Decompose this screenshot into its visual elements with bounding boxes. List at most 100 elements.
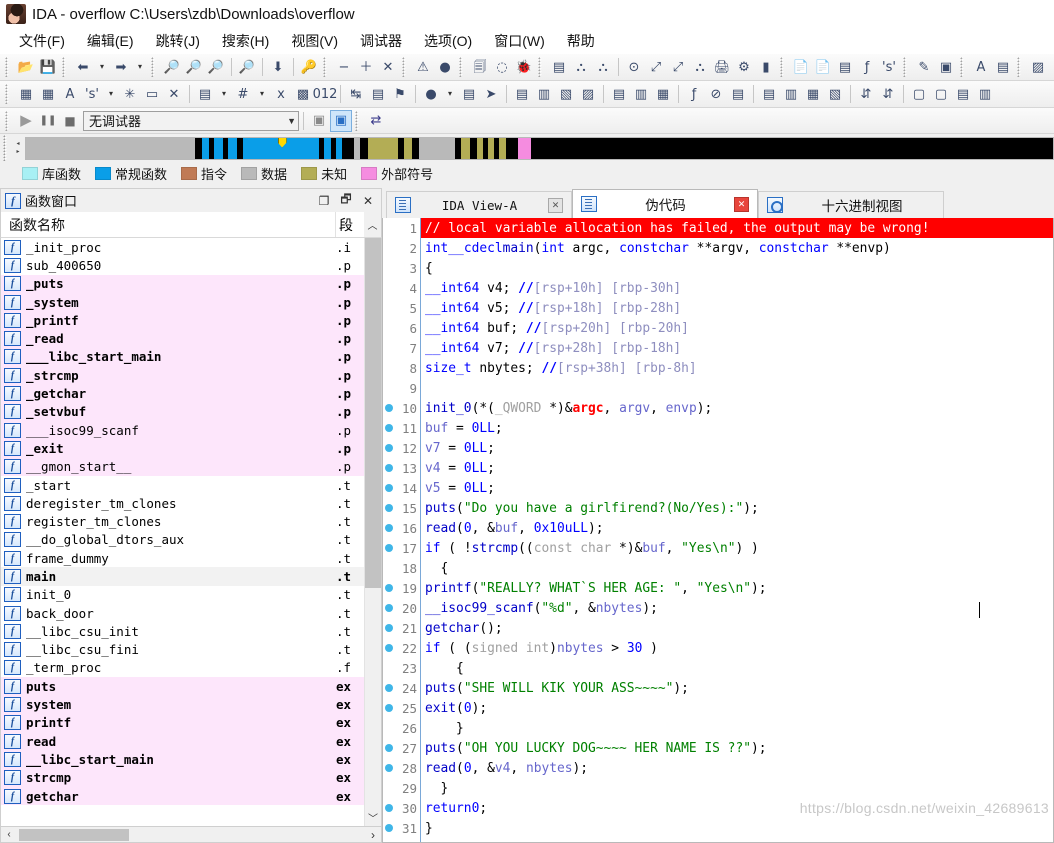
data-dropdown-icon[interactable]: ▾: [216, 83, 232, 105]
breakpoint-dot-icon[interactable]: [385, 804, 393, 812]
code-line[interactable]: {: [421, 658, 1053, 678]
toolbar-grip[interactable]: [903, 57, 910, 77]
graph-overview-icon[interactable]: ⛬: [689, 56, 711, 78]
open-strings-icon[interactable]: 's': [878, 56, 900, 78]
code-line[interactable]: return 0;: [421, 798, 1053, 818]
proximity-view-icon[interactable]: ⛬: [592, 56, 614, 78]
align-icon[interactable]: ⇵: [855, 83, 877, 105]
column-header-segment[interactable]: 段: [336, 212, 364, 237]
tab-ida-view-a[interactable]: IDA View-A ✕: [386, 191, 572, 218]
menu-debugger[interactable]: 调试器: [349, 29, 413, 53]
table-row[interactable]: f _strcmp .p: [1, 366, 364, 385]
table-row[interactable]: f __libc_start_main ex: [1, 750, 364, 769]
new-window-icon[interactable]: ◌: [491, 56, 513, 78]
toolbar-grip[interactable]: [538, 57, 545, 77]
search-next-icon[interactable]: 🔎: [236, 56, 258, 78]
zoom-fit-icon[interactable]: ⤢: [667, 56, 689, 78]
toolbar-grip[interactable]: [5, 84, 12, 104]
graph-view-icon[interactable]: ⛬: [570, 56, 592, 78]
menu-jump[interactable]: 跳转(J): [145, 29, 211, 53]
table-row[interactable]: f _setvbuf .p: [1, 402, 364, 421]
open-subviews-icon[interactable]: 📄: [790, 56, 812, 78]
extra-1-icon[interactable]: ▢: [908, 83, 930, 105]
code-line[interactable]: init_0 (*(_QWORD *)& argc, argv, envp);: [421, 398, 1053, 418]
struct-member-icon[interactable]: ▦: [802, 83, 824, 105]
breakpoint-dot-icon[interactable]: [385, 544, 393, 552]
jump-down-icon[interactable]: ⬇: [267, 56, 289, 78]
patch-icon[interactable]: ▥: [533, 83, 555, 105]
table-row[interactable]: f puts ex: [1, 677, 364, 696]
scroll-left-arrow-icon[interactable]: ‹: [1, 829, 17, 840]
menu-help[interactable]: 帮助: [556, 29, 606, 53]
code-line[interactable]: v4 = 0LL;: [421, 458, 1053, 478]
fit-window-icon[interactable]: ⤢: [645, 56, 667, 78]
breakpoint-dot-icon[interactable]: [385, 744, 393, 752]
code-line[interactable]: getchar ();: [421, 618, 1053, 638]
table-row[interactable]: f read ex: [1, 732, 364, 751]
comment-icon[interactable]: ▤: [608, 83, 630, 105]
nav-scroll-arrows[interactable]: ◂ ▸: [11, 141, 25, 155]
breakpoint-dot-icon[interactable]: [385, 424, 393, 432]
menu-search[interactable]: 搜索(H): [211, 29, 280, 53]
rpt-comment-icon[interactable]: ▥: [630, 83, 652, 105]
make-unexplored-icon[interactable]: ✳: [119, 83, 141, 105]
table-row[interactable]: f __libc_csu_fini .t: [1, 640, 364, 659]
func-end-icon[interactable]: ⊘: [705, 83, 727, 105]
debug-bug-icon[interactable]: 🐞: [513, 56, 535, 78]
table-row[interactable]: f _term_proc .f: [1, 658, 364, 678]
breakpoint-dot-icon[interactable]: [385, 584, 393, 592]
string-dropdown-icon[interactable]: ▾: [103, 83, 119, 105]
table-row[interactable]: f _init_proc .i: [1, 238, 364, 257]
undefine-icon[interactable]: ✕: [163, 83, 185, 105]
toolbar-grip[interactable]: [5, 110, 12, 131]
table-row[interactable]: f __gmon_start__ .p: [1, 457, 364, 476]
func-begin-icon[interactable]: ƒ: [683, 83, 705, 105]
make-string-icon[interactable]: 's': [81, 83, 103, 105]
table-row[interactable]: f _read .p: [1, 329, 364, 348]
attach-process-icon[interactable]: ▣: [308, 110, 330, 132]
code-line[interactable]: buf = 0LL;: [421, 418, 1053, 438]
code-line[interactable]: int __cdecl main(int argc, const char **…: [421, 238, 1053, 258]
restore-button[interactable]: ❐: [313, 191, 335, 211]
debugger-select[interactable]: 无调试器 ▼: [83, 110, 299, 131]
search-sequence-icon[interactable]: 🔎: [205, 56, 227, 78]
table-row[interactable]: f printf ex: [1, 713, 364, 733]
toolbar-grip[interactable]: [5, 57, 12, 77]
table-row[interactable]: f _getchar .p: [1, 384, 364, 403]
open-exports-icon[interactable]: 📄: [812, 56, 834, 78]
breakpoint-dot-icon[interactable]: [385, 644, 393, 652]
code-line[interactable]: if ( ! strcmp((const char *)& buf, "Yes\n"…: [421, 538, 1053, 558]
code-line[interactable]: v5 = 0LL;: [421, 478, 1053, 498]
table-row[interactable]: f frame_dummy .t: [1, 549, 364, 568]
tab-hex-view[interactable]: 十六进制视图: [758, 191, 944, 218]
breakpoint-dot-icon[interactable]: [385, 444, 393, 452]
table-row[interactable]: f getchar ex: [1, 786, 364, 806]
make-code-icon[interactable]: ▦: [15, 83, 37, 105]
swap-icon[interactable]: ⇄: [365, 110, 387, 132]
toolbar-grip[interactable]: [459, 57, 466, 77]
table-row[interactable]: f ___isoc99_scanf .p: [1, 420, 364, 440]
table-row[interactable]: f sub_400650 .p: [1, 256, 364, 275]
structures-icon[interactable]: ▣: [935, 56, 957, 78]
breakpoint-dot-icon[interactable]: [385, 824, 393, 832]
script-icon[interactable]: ▧: [555, 83, 577, 105]
menu-window[interactable]: 窗口(W): [483, 29, 556, 53]
breakpoint-dot-icon[interactable]: [385, 484, 393, 492]
color-palette-icon[interactable]: ▮: [755, 56, 777, 78]
pointer-icon[interactable]: ➤: [480, 83, 502, 105]
anterior-comment-icon[interactable]: ▦: [652, 83, 674, 105]
table-row[interactable]: f _system .p: [1, 292, 364, 312]
code-line[interactable]: size_t nbytes; // [rsp+38h] [rbp-8h]: [421, 358, 1053, 378]
code-line[interactable]: }: [421, 818, 1053, 838]
toolbar-grip[interactable]: [323, 57, 330, 77]
hex-format-icon[interactable]: #: [232, 83, 254, 105]
table-row[interactable]: f _start .t: [1, 475, 364, 495]
operand-x-icon[interactable]: x: [270, 83, 292, 105]
extra-4-icon[interactable]: ▥: [974, 83, 996, 105]
extra-3-icon[interactable]: ▤: [952, 83, 974, 105]
manual-instruction-icon[interactable]: ▤: [511, 83, 533, 105]
code-line[interactable]: printf("REALLY? WHAT`S HER AGE: ", "Yes\…: [421, 578, 1053, 598]
code-line[interactable]: {: [421, 258, 1053, 278]
table-row[interactable]: f init_0 .t: [1, 585, 364, 604]
print-icon[interactable]: 🖨: [711, 56, 733, 78]
